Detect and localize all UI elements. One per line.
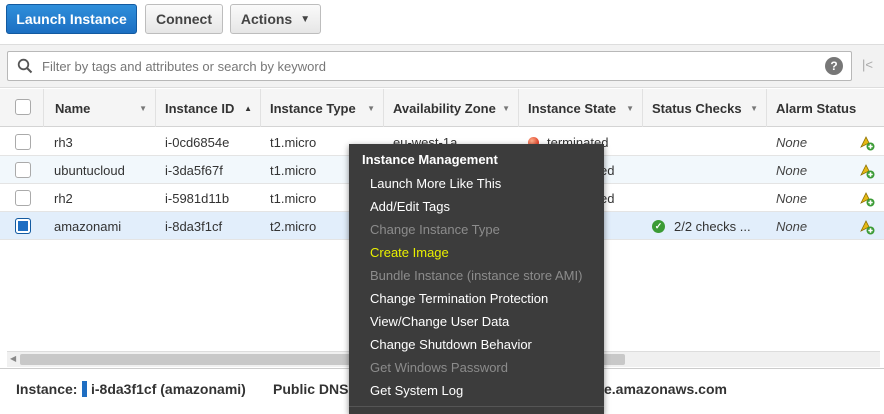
column-header-instance-state[interactable]: Instance State ▼ [519, 89, 643, 127]
scroll-left-icon[interactable]: ◀ [10, 354, 16, 363]
menu-item-change-instance-type: Change Instance Type [370, 222, 500, 237]
cell-instance-type: t1.micro [270, 162, 317, 178]
sort-ascending-icon: ▲ [244, 103, 252, 113]
cell-instance-id: i-3da5f67f [165, 162, 223, 178]
menu-divider [349, 406, 604, 407]
cell-instance-type: t1.micro [270, 134, 317, 150]
row-checkbox[interactable] [15, 134, 31, 150]
column-header-alarm-status[interactable]: Alarm Status [767, 89, 884, 127]
cell-instance-id: i-5981d11b [165, 190, 230, 206]
row-checkbox[interactable] [15, 162, 31, 178]
sort-icon: ▼ [502, 103, 510, 113]
column-header-instance-type[interactable]: Instance Type ▼ [261, 89, 384, 127]
add-alarm-icon[interactable] [858, 134, 876, 152]
cell-name: rh3 [54, 134, 73, 150]
search-icon [17, 58, 33, 74]
actions-label: Actions [240, 11, 293, 27]
column-label: Name [55, 100, 91, 116]
public-dns-label: Public DNS [273, 381, 349, 397]
actions-dropdown-button[interactable]: Actions ▼ [230, 4, 321, 34]
selection-marker [82, 381, 87, 397]
cell-name: rh2 [54, 190, 73, 206]
filter-bar: ? |< [0, 44, 884, 88]
menu-item-change-shutdown-behavior[interactable]: Change Shutdown Behavior [370, 337, 532, 352]
menu-item-launch-more-like-this[interactable]: Launch More Like This [370, 176, 501, 191]
sort-icon: ▼ [139, 103, 147, 113]
chevron-down-icon: ▼ [300, 13, 311, 25]
column-label: Instance ID [165, 100, 235, 116]
select-all-cell [0, 89, 44, 127]
instance-label: Instance: [16, 381, 78, 397]
cell-alarm-status: None [776, 162, 808, 178]
instance-context-menu: Instance Management Launch More Like Thi… [349, 144, 604, 414]
search-box: ? [7, 51, 852, 81]
connect-button[interactable]: Connect [145, 4, 223, 34]
column-label: Availability Zone [393, 100, 496, 116]
column-header-name[interactable]: Name ▼ [44, 89, 156, 127]
add-alarm-icon[interactable] [858, 162, 876, 180]
cell-instance-type: t1.micro [270, 190, 317, 206]
cell-alarm-status: None [776, 218, 808, 234]
launch-instance-button[interactable]: Launch Instance [6, 4, 137, 34]
cell-alarm-status: None [776, 134, 808, 150]
column-label: Instance Type [270, 100, 356, 116]
help-icon[interactable]: ? [825, 57, 843, 75]
column-header-instance-id[interactable]: Instance ID ▲ [156, 89, 261, 127]
column-label: Status Checks [652, 100, 742, 116]
menu-item-view-change-user-data[interactable]: View/Change User Data [370, 314, 509, 329]
action-toolbar: Launch Instance Connect Actions ▼ [0, 0, 884, 44]
sort-icon: ▼ [367, 103, 375, 113]
add-alarm-icon[interactable] [858, 190, 876, 208]
column-label: Alarm Status [776, 100, 857, 116]
cell-status-checks: ✓ 2/2 checks ... [652, 212, 751, 240]
menu-section-header: Instance Management [362, 152, 498, 167]
sort-icon: ▼ [626, 103, 634, 113]
row-checkbox[interactable] [15, 218, 31, 234]
cell-instance-id: i-0cd6854e [165, 134, 230, 150]
column-header-status-checks[interactable]: Status Checks ▼ [643, 89, 767, 127]
add-alarm-icon[interactable] [858, 218, 876, 236]
row-checkbox[interactable] [15, 190, 31, 206]
menu-item-change-termination-protection[interactable]: Change Termination Protection [370, 291, 548, 306]
select-all-checkbox[interactable] [15, 99, 31, 115]
menu-item-bundle-instance: Bundle Instance (instance store AMI) [370, 268, 583, 283]
table-header: Name ▼ Instance ID ▲ Instance Type ▼ Ava… [0, 89, 884, 127]
status-checks-label: 2/2 checks ... [674, 218, 751, 234]
menu-item-get-windows-password: Get Windows Password [370, 360, 508, 375]
column-label: Instance State [528, 100, 617, 116]
cell-instance-id: i-8da3f1cf [165, 218, 223, 234]
cell-alarm-status: None [776, 190, 808, 206]
check-ok-icon: ✓ [652, 219, 665, 233]
menu-item-add-edit-tags[interactable]: Add/Edit Tags [370, 199, 450, 214]
cell-name: amazonami [54, 218, 122, 234]
first-page-icon[interactable]: |< [862, 57, 873, 72]
cell-instance-type: t2.micro [270, 218, 317, 234]
cell-name: ubuntucloud [54, 162, 125, 178]
public-dns-value: e.amazonaws.com [604, 381, 727, 397]
menu-item-create-image[interactable]: Create Image [370, 245, 449, 260]
sort-icon: ▼ [750, 103, 758, 113]
instance-value: i-8da3f1cf (amazonami) [91, 381, 246, 397]
menu-item-get-system-log[interactable]: Get System Log [370, 383, 463, 398]
search-input[interactable] [42, 55, 802, 77]
column-header-availability-zone[interactable]: Availability Zone ▼ [384, 89, 519, 127]
